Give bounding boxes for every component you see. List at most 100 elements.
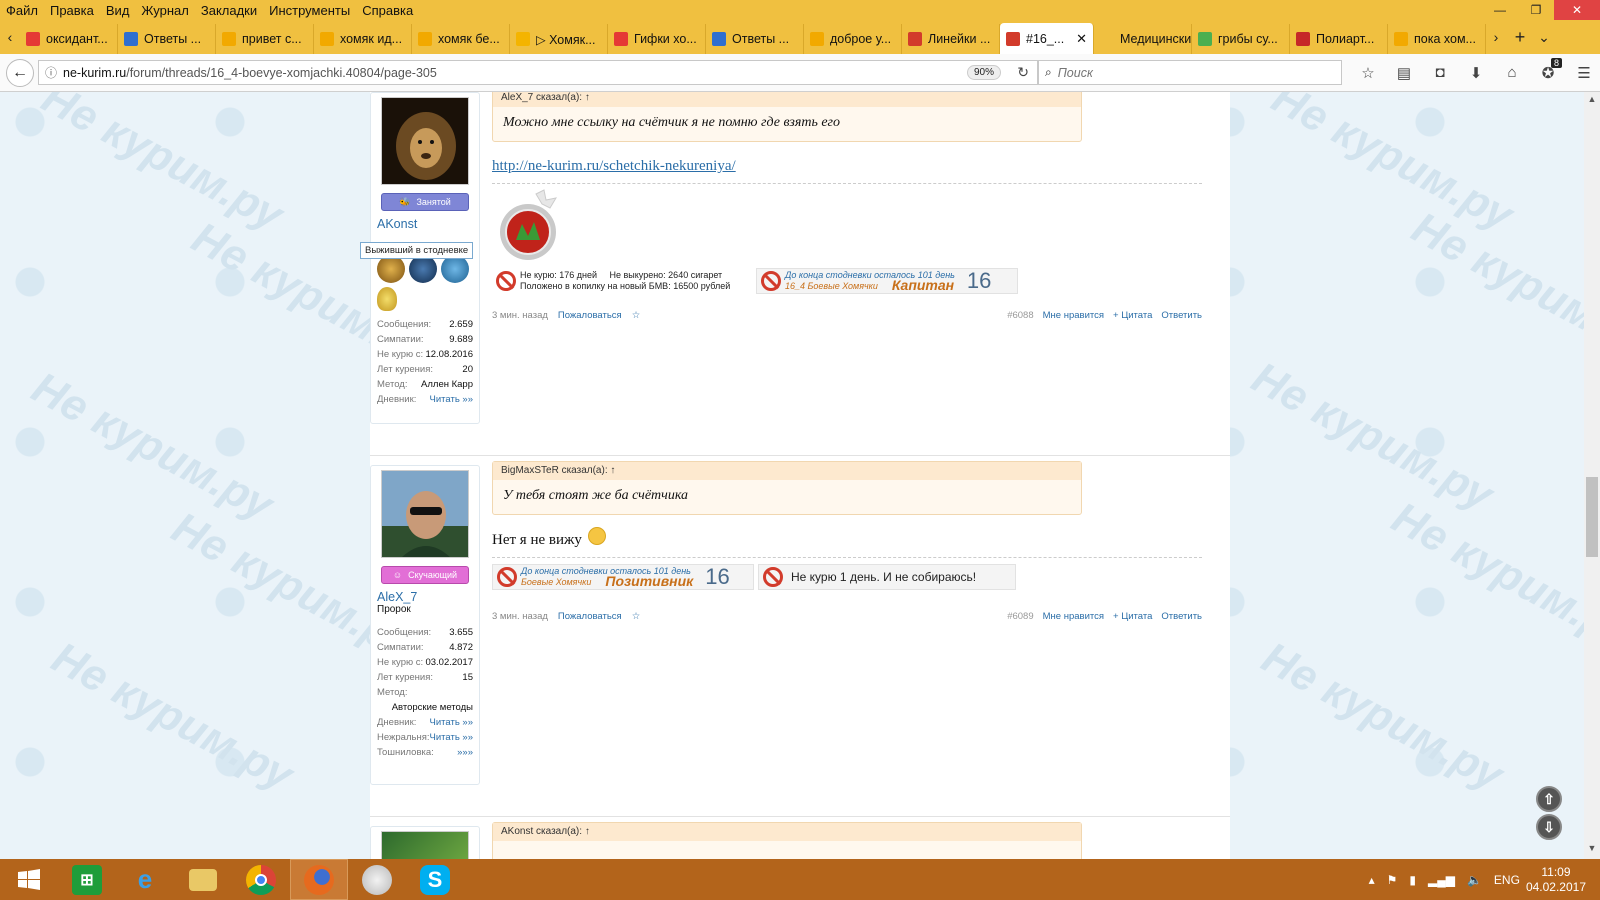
language-indicator[interactable]: ENG: [1494, 873, 1520, 887]
quote-header[interactable]: AleX_7 сказал(а): ↑: [493, 92, 1081, 107]
browser-tab[interactable]: ▷ Хомяк...: [510, 24, 608, 54]
browser-tab[interactable]: Ответы ...: [118, 24, 216, 54]
days-counter-banner[interactable]: Не курю 1 день. И не собираюсь!: [758, 564, 1016, 590]
taskbar-chrome[interactable]: [232, 859, 290, 900]
page-scrollbar[interactable]: ▲ ▼: [1584, 92, 1600, 859]
taskbar-paint[interactable]: [348, 859, 406, 900]
menu-edit[interactable]: Правка: [44, 3, 100, 18]
taskbar-firefox[interactable]: [290, 859, 348, 900]
bookmark-star-icon[interactable]: ☆: [632, 310, 641, 321]
clock[interactable]: 11:09 04.02.2017: [1526, 865, 1586, 895]
scroll-down-arrow-icon[interactable]: ▼: [1584, 843, 1600, 857]
taskbar-ie[interactable]: e: [116, 859, 174, 900]
trophy-runner-icon[interactable]: [409, 255, 437, 283]
search-bar[interactable]: ⌕: [1038, 60, 1342, 85]
menu-history[interactable]: Журнал: [135, 3, 194, 18]
browser-tab[interactable]: Ответы ...: [706, 24, 804, 54]
browser-tab[interactable]: пока хом...: [1388, 24, 1486, 54]
menu-help[interactable]: Справка: [356, 3, 419, 18]
battery-icon[interactable]: ▮: [1409, 873, 1416, 887]
quote-header[interactable]: AKonst сказал(а): ↑: [493, 823, 1081, 841]
username-link[interactable]: AleX_7: [377, 590, 473, 604]
trophy-medal-icon[interactable]: [377, 287, 397, 311]
avatar[interactable]: [381, 831, 469, 859]
like-link[interactable]: Мне нравится: [1043, 310, 1104, 321]
stat-link[interactable]: »»»: [457, 747, 473, 758]
post-time[interactable]: 3 мин. назад: [492, 611, 548, 622]
restore-icon[interactable]: ❐: [1518, 0, 1554, 20]
report-link[interactable]: Пожаловаться: [558, 611, 622, 622]
stat-link[interactable]: Читать »»: [430, 394, 473, 405]
scrollbar-thumb[interactable]: [1586, 477, 1598, 557]
menu-tools[interactable]: Инструменты: [263, 3, 356, 18]
new-tab-button[interactable]: +: [1506, 20, 1534, 54]
hamburger-menu-icon[interactable]: ☰: [1566, 60, 1600, 85]
browser-tab[interactable]: Гифки хо...: [608, 24, 706, 54]
tab-scroll-right-icon[interactable]: ›: [1486, 20, 1506, 54]
scroll-up-arrow-icon[interactable]: ▲: [1584, 94, 1600, 108]
username-link[interactable]: AKonst: [377, 217, 473, 231]
zoom-indicator[interactable]: 90%: [966, 65, 1001, 80]
browser-tab[interactable]: оксидант...: [20, 24, 118, 54]
report-link[interactable]: Пожаловаться: [558, 310, 622, 321]
volume-icon[interactable]: 🔈: [1467, 873, 1482, 887]
post-number-link[interactable]: #6088: [1007, 310, 1033, 321]
menu-bookmarks[interactable]: Закладки: [195, 3, 263, 18]
trophy-chat-icon[interactable]: [441, 255, 469, 283]
hundred-days-banner[interactable]: До конца стодневки осталось 101 день Бое…: [492, 564, 754, 590]
home-icon[interactable]: ⌂: [1494, 60, 1530, 85]
flag-icon[interactable]: ⚑: [1387, 873, 1398, 887]
tray-expand-icon[interactable]: ▴: [1369, 873, 1375, 887]
close-tab-icon[interactable]: ✕: [1076, 31, 1087, 47]
tab-scroll-left-icon[interactable]: ‹: [0, 20, 20, 54]
browser-tab[interactable]: #16_... ✕: [1000, 23, 1094, 54]
counter-link[interactable]: http://ne-kurim.ru/schetchik-nekureniya/: [492, 158, 736, 175]
downloads-icon[interactable]: ⬇: [1458, 60, 1494, 85]
reload-icon[interactable]: ↻: [1017, 64, 1029, 81]
avatar[interactable]: [381, 470, 469, 558]
back-button[interactable]: ←: [6, 58, 34, 87]
quote-header[interactable]: BigMaxSTeR сказал(а): ↑: [493, 462, 1081, 480]
trophy-star-icon[interactable]: [377, 255, 405, 283]
reply-link[interactable]: Ответить: [1161, 611, 1202, 622]
taskbar-explorer[interactable]: [174, 859, 232, 900]
reading-list-icon[interactable]: ▤: [1386, 60, 1422, 85]
search-input[interactable]: [1057, 65, 1318, 80]
bookmark-star-icon[interactable]: ☆: [632, 611, 641, 622]
bookmark-star-icon[interactable]: ☆: [1350, 60, 1386, 85]
menu-view[interactable]: Вид: [100, 3, 136, 18]
signal-icon[interactable]: ▂▄▆: [1428, 873, 1455, 887]
avatar[interactable]: [381, 97, 469, 185]
tab-list-icon[interactable]: ⌄: [1534, 20, 1554, 54]
url-bar[interactable]: ⓘ ne-kurim.ru/forum/threads/16_4-boevye-…: [38, 60, 1038, 85]
quote-link[interactable]: + Цитата: [1113, 310, 1152, 321]
quote-link[interactable]: + Цитата: [1113, 611, 1152, 622]
close-window-icon[interactable]: ✕: [1554, 0, 1600, 20]
browser-tab[interactable]: Медицински...: [1094, 24, 1192, 54]
reply-link[interactable]: Ответить: [1161, 310, 1202, 321]
browser-tab[interactable]: Линейки ...: [902, 24, 1000, 54]
like-link[interactable]: Мне нравится: [1043, 611, 1104, 622]
browser-tab[interactable]: доброе у...: [804, 24, 902, 54]
stat-link[interactable]: Читать »»: [430, 732, 473, 743]
browser-tab[interactable]: хомяк бе...: [412, 24, 510, 54]
extension-icon[interactable]: ✪ 8: [1530, 58, 1566, 85]
pocket-icon[interactable]: ◘: [1422, 60, 1458, 85]
browser-tab[interactable]: Полиарт...: [1290, 24, 1388, 54]
browser-tab[interactable]: привет с...: [216, 24, 314, 54]
stat-link[interactable]: Читать »»: [430, 717, 473, 728]
scroll-to-top-button[interactable]: ⇧: [1536, 786, 1562, 812]
menu-file[interactable]: Файл: [0, 3, 44, 18]
site-info-icon[interactable]: ⓘ: [39, 64, 63, 81]
post-time[interactable]: 3 мин. назад: [492, 310, 548, 321]
country-oz-logo[interactable]: [492, 188, 568, 266]
hundred-days-banner[interactable]: До конца стодневки осталось 101 день 16_…: [756, 268, 1018, 294]
start-button[interactable]: [0, 859, 58, 900]
browser-tab[interactable]: хомяк ид...: [314, 24, 412, 54]
post-number-link[interactable]: #6089: [1007, 611, 1033, 622]
nonsmoking-counter[interactable]: Не курю: 176 дней Не выкурено: 2640 сига…: [492, 268, 752, 294]
browser-tab[interactable]: грибы су...: [1192, 24, 1290, 54]
scroll-to-bottom-button[interactable]: ⇩: [1536, 814, 1562, 840]
minimize-icon[interactable]: —: [1482, 0, 1518, 20]
taskbar-skype[interactable]: S: [406, 859, 464, 900]
